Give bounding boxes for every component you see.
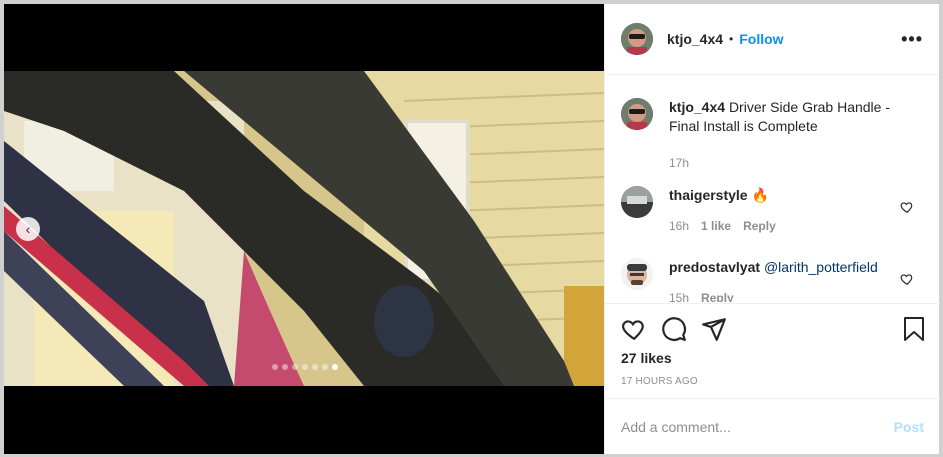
comment-body: thaigerstyle 🔥 16h 1 like Reply [669,186,899,236]
likes-count[interactable]: 27 likes [621,350,672,366]
carousel-dot [312,364,318,370]
author-avatar[interactable] [621,23,653,55]
follow-button[interactable]: Follow [739,31,783,47]
carousel-indicator [272,364,338,370]
comment-body: predostavlyat @larith_potterfield 15h Re… [669,258,899,302]
carousel-dot-active [332,364,338,370]
bookmark-icon [904,317,924,341]
post-timestamp[interactable]: 17 HOURS AGO [621,376,698,387]
add-comment-bar: Post [605,398,940,454]
caption-row: ktjo_4x4 Driver Side Grab Handle - Final… [621,98,924,173]
like-heart-icon[interactable] [621,316,647,342]
carousel-dot [272,364,278,370]
comment-row: thaigerstyle 🔥 16h 1 like Reply [621,186,924,236]
carousel-dot [322,364,328,370]
comment-like-heart-icon[interactable] [900,272,914,286]
reply-button[interactable]: Reply [743,217,776,236]
share-icon[interactable] [701,316,727,342]
photo-illustration [4,71,604,386]
window-frame: ‹ ktjo_4x4 • Follow ••• ktjo_4x4 Driver … [0,0,943,457]
comment-time[interactable]: 16h [669,217,689,236]
caption-meta: 17h [669,154,899,173]
carousel-dot [292,364,298,370]
comment-mention[interactable]: @larith_potterfield [764,259,878,275]
post-media[interactable]: ‹ [4,4,604,454]
post-sidebar: ktjo_4x4 • Follow ••• ktjo_4x4 Driver Si… [604,4,940,454]
separator-dot: • [729,32,734,46]
avatar-image [621,258,653,290]
author-username[interactable]: ktjo_4x4 [667,31,723,47]
more-options-icon[interactable]: ••• [901,30,923,48]
comment-meta: 15h Reply [669,289,899,302]
comment-avatar[interactable] [621,258,653,290]
caption-username[interactable]: ktjo_4x4 [669,99,725,115]
avatar-image [621,23,653,55]
comment-like-heart-icon[interactable] [900,200,914,214]
carousel-dot [302,364,308,370]
comment-icon[interactable] [661,316,687,342]
comment-time[interactable]: 15h [669,289,689,302]
avatar-image [621,186,653,218]
post-actions: 27 likes 17 HOURS AGO [605,303,940,398]
comment-avatar[interactable] [621,186,653,218]
avatar-image [621,98,653,130]
carousel-prev-button[interactable]: ‹ [16,217,40,241]
comment-username[interactable]: thaigerstyle [669,187,748,203]
comment-text: 🔥 [751,187,769,203]
action-icons [621,316,727,342]
post-comment-button[interactable]: Post [894,419,924,435]
post-header: ktjo_4x4 • Follow ••• [605,4,939,75]
comment-row: predostavlyat @larith_potterfield 15h Re… [621,258,924,302]
carousel-dot [282,364,288,370]
bookmark-button[interactable] [902,316,926,342]
add-comment-input[interactable] [621,418,881,435]
chevron-left-icon: ‹ [25,221,31,237]
caption-avatar[interactable] [621,98,653,130]
caption-body: ktjo_4x4 Driver Side Grab Handle - Final… [669,98,899,173]
comment-username[interactable]: predostavlyat [669,259,760,275]
caption-time[interactable]: 17h [669,154,689,173]
post-photo [4,71,604,386]
reply-button[interactable]: Reply [701,289,734,302]
comment-likes[interactable]: 1 like [701,217,731,236]
comment-meta: 16h 1 like Reply [669,217,899,236]
comments-list[interactable]: ktjo_4x4 Driver Side Grab Handle - Final… [605,76,940,302]
